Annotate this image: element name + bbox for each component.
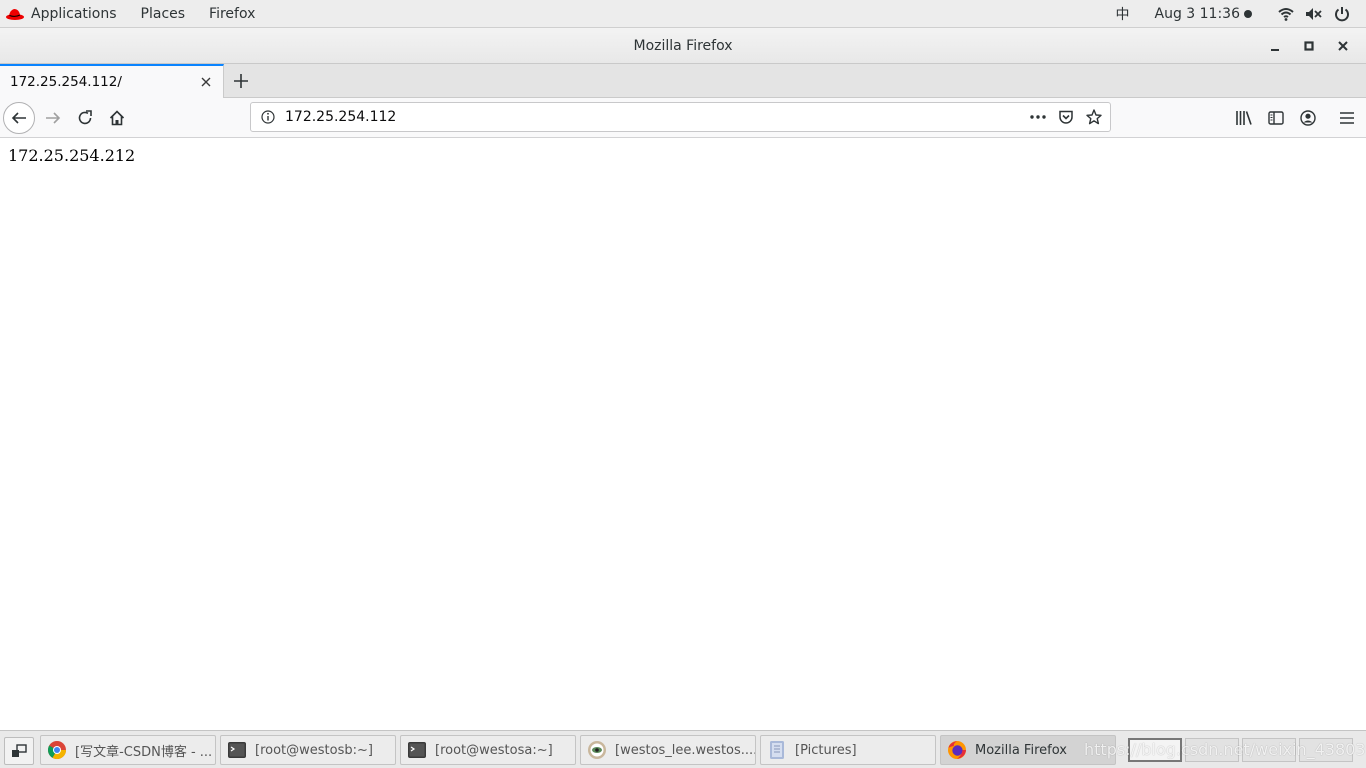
volume-icon[interactable] xyxy=(1300,0,1328,28)
close-icon xyxy=(201,77,211,87)
window-controls xyxy=(1258,28,1360,64)
page-body-text: 172.25.254.212 xyxy=(8,146,136,165)
tab-active[interactable]: 172.25.254.112/ xyxy=(0,64,224,98)
site-info-button[interactable] xyxy=(251,110,285,124)
task-label: [Pictures] xyxy=(795,742,857,758)
maximize-icon xyxy=(1304,41,1314,51)
account-button[interactable] xyxy=(1292,102,1324,134)
system-tray: 中 Aug 3 11:36 xyxy=(1105,0,1366,28)
window-list-taskbar: [写文章-CSDN博客 - ... [root@westosb:~] [root… xyxy=(0,730,1366,768)
clock-text: Aug 3 11:36 xyxy=(1154,6,1241,22)
terminal-icon xyxy=(408,742,426,758)
home-button[interactable] xyxy=(101,102,133,134)
maximize-button[interactable] xyxy=(1292,28,1326,64)
screenshot-icon xyxy=(588,741,606,759)
bookmark-star-button[interactable] xyxy=(1080,103,1108,131)
files-icon xyxy=(770,741,784,759)
tab-strip: 172.25.254.112/ xyxy=(0,64,1366,98)
clock[interactable]: Aug 3 11:36 xyxy=(1154,6,1252,22)
show-desktop-button[interactable] xyxy=(4,737,34,765)
new-tab-button[interactable] xyxy=(228,68,254,94)
more-dots-icon xyxy=(1030,115,1046,119)
pocket-button[interactable] xyxy=(1052,103,1080,131)
library-button[interactable] xyxy=(1228,102,1260,134)
task-label: Mozilla Firefox xyxy=(975,742,1067,758)
task-label: [root@westosa:~] xyxy=(435,742,553,758)
info-icon xyxy=(261,110,275,124)
navigation-toolbar: 172.25.254.112 xyxy=(0,98,1366,138)
applications-menu[interactable]: Applications xyxy=(0,0,129,28)
close-icon xyxy=(1338,41,1348,51)
applications-menu-label: Applications xyxy=(31,5,117,22)
csdn-watermark: https://blog.csdn.net/weixin_43803940 xyxy=(1084,740,1366,759)
plus-icon xyxy=(234,74,248,88)
tab-title: 172.25.254.112/ xyxy=(10,74,122,90)
back-arrow-icon xyxy=(11,112,26,124)
sidebar-toggle-button[interactable] xyxy=(1260,102,1292,134)
minimize-button[interactable] xyxy=(1258,28,1292,64)
close-window-button[interactable] xyxy=(1326,28,1360,64)
task-terminal-westosb[interactable]: [root@westosb:~] xyxy=(220,735,396,765)
chrome-icon xyxy=(47,741,66,760)
web-content: 172.25.254.212 xyxy=(0,139,1366,730)
tab-close-button[interactable] xyxy=(197,73,215,91)
hamburger-menu-icon xyxy=(1340,112,1354,124)
url-text[interactable]: 172.25.254.112 xyxy=(285,109,1024,125)
firefox-app-menu[interactable]: Firefox xyxy=(197,0,267,28)
pocket-icon xyxy=(1059,110,1073,124)
input-method-indicator[interactable]: 中 xyxy=(1105,4,1141,24)
page-actions-button[interactable] xyxy=(1024,103,1052,131)
gnome-top-bar: Applications Places Firefox 中 Aug 3 11:3… xyxy=(0,0,1366,28)
window-title: Mozilla Firefox xyxy=(633,37,733,54)
power-icon[interactable] xyxy=(1328,0,1356,28)
forward-arrow-icon xyxy=(46,112,61,124)
account-icon xyxy=(1300,110,1316,126)
sidebar-icon xyxy=(1268,111,1284,125)
task-terminal-westosa[interactable]: [root@westosa:~] xyxy=(400,735,576,765)
star-icon xyxy=(1086,109,1102,125)
places-menu[interactable]: Places xyxy=(129,0,198,28)
task-files-pictures[interactable]: [Pictures] xyxy=(760,735,936,765)
task-screenshot-westos-lee[interactable]: [westos_lee.westos.... xyxy=(580,735,756,765)
back-button[interactable] xyxy=(3,102,35,134)
task-chrome-csdn[interactable]: [写文章-CSDN博客 - ... xyxy=(40,735,216,765)
wifi-icon[interactable] xyxy=(1272,0,1300,28)
reload-button[interactable] xyxy=(69,102,101,134)
home-icon xyxy=(109,110,125,126)
redhat-logo-icon xyxy=(6,8,24,20)
window-titlebar[interactable]: Mozilla Firefox xyxy=(0,28,1366,64)
terminal-icon xyxy=(228,742,246,758)
library-icon xyxy=(1236,111,1252,125)
url-bar[interactable]: 172.25.254.112 xyxy=(250,102,1111,132)
places-menu-label: Places xyxy=(140,5,186,22)
minimize-icon xyxy=(1271,49,1279,51)
task-label: [写文章-CSDN博客 - ... xyxy=(75,744,213,760)
notification-dot-icon xyxy=(1244,10,1252,18)
task-label: [westos_lee.westos.... xyxy=(615,742,756,758)
forward-button[interactable] xyxy=(37,102,69,134)
firefox-app-menu-label: Firefox xyxy=(209,5,256,22)
main-menu-button[interactable] xyxy=(1331,102,1363,134)
show-desktop-icon xyxy=(12,744,27,757)
firefox-icon xyxy=(948,741,966,759)
reload-icon xyxy=(78,110,92,125)
task-label: [root@westosb:~] xyxy=(255,742,373,758)
